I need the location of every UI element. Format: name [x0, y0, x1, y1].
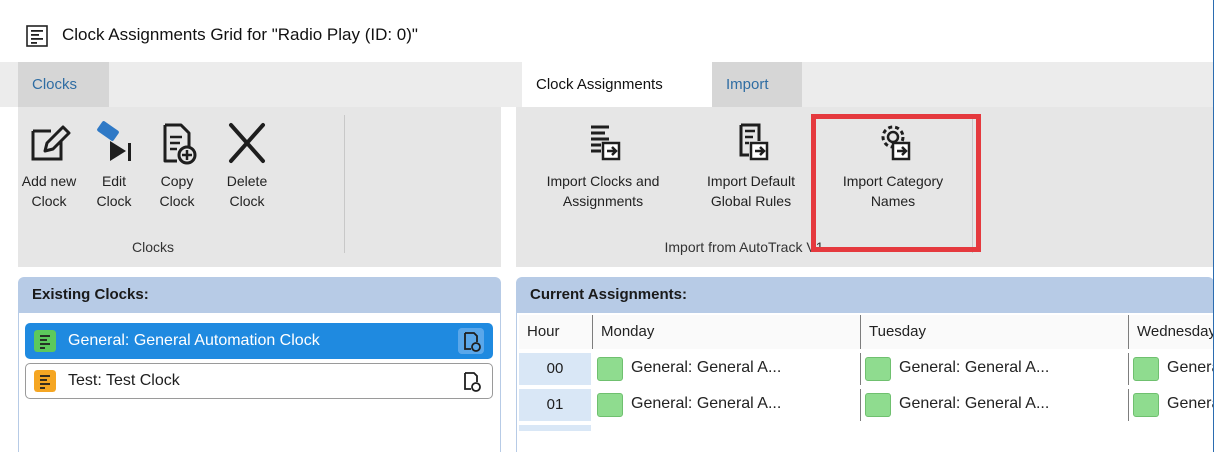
clock-assignments-window: Clock Assignments Grid for "Radio Play (…: [0, 0, 1223, 452]
window-border: [0, 0, 1214, 452]
